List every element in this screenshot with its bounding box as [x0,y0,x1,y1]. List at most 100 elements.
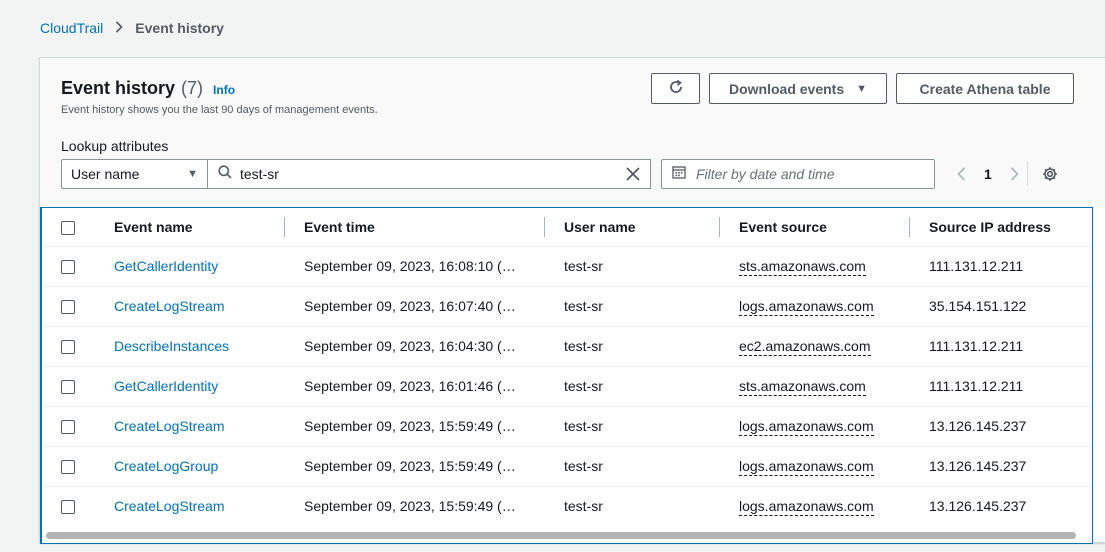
table-row: GetCallerIdentity September 09, 2023, 16… [42,246,1092,287]
row-select-cell [42,286,114,327]
event-source-cell: logs.amazonaws.com [739,486,929,526]
row-checkbox[interactable] [61,380,75,395]
breadcrumb-current: Event history [135,20,224,36]
page-title: Event history [61,78,176,98]
column-header-source-ip[interactable]: Source IP address [909,208,1092,247]
event-name-link[interactable]: GetCallerIdentity [114,378,218,394]
row-checkbox[interactable] [61,460,75,475]
event-name-link[interactable]: DescribeInstances [114,338,229,354]
lookup-attribute-select[interactable]: User name ▼ [61,159,208,189]
row-select-cell [42,366,114,407]
event-name-cell: CreateLogGroup [114,446,304,487]
event-name-cell: DescribeInstances [114,326,304,367]
source-ip-cell: 35.154.151.122 [929,286,1092,327]
table-row: DescribeInstances September 09, 2023, 16… [42,326,1092,367]
date-filter-field[interactable] [661,159,935,189]
event-source-text[interactable]: sts.amazonaws.com [739,378,866,396]
row-select-cell [42,406,114,447]
download-events-button[interactable]: Download events ▼ [709,73,887,104]
event-name-link[interactable]: CreateLogStream [114,498,225,514]
event-time-cell: September 09, 2023, 15:59:49 (… [304,446,564,487]
event-name-cell: CreateLogStream [114,486,304,526]
table-row: CreateLogStream September 09, 2023, 15:5… [42,406,1092,447]
column-header-event-source[interactable]: Event source [719,208,929,247]
lookup-search-input[interactable] [240,166,626,182]
header-select-cell [42,208,114,247]
info-link[interactable]: Info [213,83,235,97]
user-name-cell: test-sr [564,326,739,367]
column-header-user-name[interactable]: User name [544,208,739,247]
event-count: (7) [181,78,204,98]
date-filter-input[interactable] [696,166,924,182]
row-checkbox[interactable] [61,340,75,355]
caret-down-icon: ▼ [856,82,868,95]
user-name-cell: test-sr [564,446,739,487]
event-time-cell: September 09, 2023, 16:04:30 (… [304,326,564,367]
event-time-cell: September 09, 2023, 16:08:10 (… [304,246,564,287]
row-checkbox[interactable] [61,260,75,275]
user-name-cell: test-sr [564,366,739,407]
page-subtitle: Event history shows you the last 90 days… [61,104,378,116]
event-source-cell: logs.amazonaws.com [739,286,929,327]
breadcrumb: CloudTrail Event history [40,20,224,36]
chevron-right-icon [115,20,123,36]
event-time-cell: September 09, 2023, 16:07:40 (… [304,286,564,327]
source-ip-cell: 13.126.145.237 [929,498,1027,515]
row-select-cell [42,486,114,526]
table-row: CreateLogStream September 09, 2023, 15:5… [42,486,1092,526]
source-ip-cell: 111.131.12.211 [929,246,1092,287]
select-all-checkbox[interactable] [61,220,75,235]
event-source-cell: logs.amazonaws.com [739,406,929,447]
lookup-attribute-value: User name [71,166,140,182]
event-source-text[interactable]: logs.amazonaws.com [739,418,874,436]
lookup-search-field [208,159,651,189]
event-name-link[interactable]: CreateLogStream [114,298,225,314]
create-athena-table-button[interactable]: Create Athena table [896,73,1074,104]
table-row: CreateLogStream September 09, 2023, 16:0… [42,286,1092,327]
event-time-cell: September 09, 2023, 15:59:49 (… [304,498,516,515]
chevron-left-icon[interactable] [957,167,966,181]
event-source-cell: sts.amazonaws.com [739,246,929,287]
horizontal-scrollbar[interactable] [46,532,1076,539]
panel-header: Event history (7) Info Event history sho… [40,58,1105,208]
row-checkbox[interactable] [61,500,75,515]
column-header-event-name[interactable]: Event name [114,208,304,247]
event-source-cell: ec2.amazonaws.com [739,326,929,367]
refresh-button[interactable] [651,73,700,104]
column-header-event-time[interactable]: Event time [284,208,564,247]
row-checkbox[interactable] [61,420,75,435]
row-select-cell [42,326,114,367]
user-name-cell: test-sr [564,498,603,515]
user-name-cell: test-sr [564,286,739,327]
user-name-cell: test-sr [564,246,739,287]
user-name-cell: test-sr [564,406,739,447]
clear-search-icon[interactable] [626,167,640,181]
download-events-label: Download events [728,80,845,97]
lookup-attributes-label: Lookup attributes [61,138,169,154]
row-select-cell [42,246,114,287]
event-source-text[interactable]: sts.amazonaws.com [739,258,866,276]
event-source-cell: sts.amazonaws.com [739,366,929,407]
event-name-cell: CreateLogStream [114,406,304,447]
event-name-link[interactable]: GetCallerIdentity [114,258,218,274]
event-time-cell: September 09, 2023, 16:01:46 (… [304,366,564,407]
title-row: Event history (7) Info [61,78,235,99]
chevron-right-icon[interactable] [1010,167,1019,181]
event-source-cell: logs.amazonaws.com [739,446,929,487]
breadcrumb-cloudtrail-link[interactable]: CloudTrail [40,20,103,36]
source-ip-cell: 13.126.145.237 [929,406,1092,447]
event-source-text[interactable]: logs.amazonaws.com [739,498,874,517]
table-header-row: Event name Event time User name Event so… [42,208,1092,247]
search-icon [218,164,232,184]
event-source-text[interactable]: ec2.amazonaws.com [739,338,871,356]
event-source-text[interactable]: logs.amazonaws.com [739,298,874,316]
gear-icon[interactable] [1042,166,1058,182]
page-number[interactable]: 1 [984,166,992,182]
event-name-cell: GetCallerIdentity [114,366,304,407]
row-checkbox[interactable] [61,300,75,315]
event-source-text[interactable]: logs.amazonaws.com [739,458,874,476]
events-table-container: Event name Event time User name Event so… [40,207,1093,544]
event-name-link[interactable]: CreateLogGroup [114,458,218,474]
event-name-link[interactable]: CreateLogStream [114,418,225,434]
event-name-cell: CreateLogStream [114,286,304,327]
